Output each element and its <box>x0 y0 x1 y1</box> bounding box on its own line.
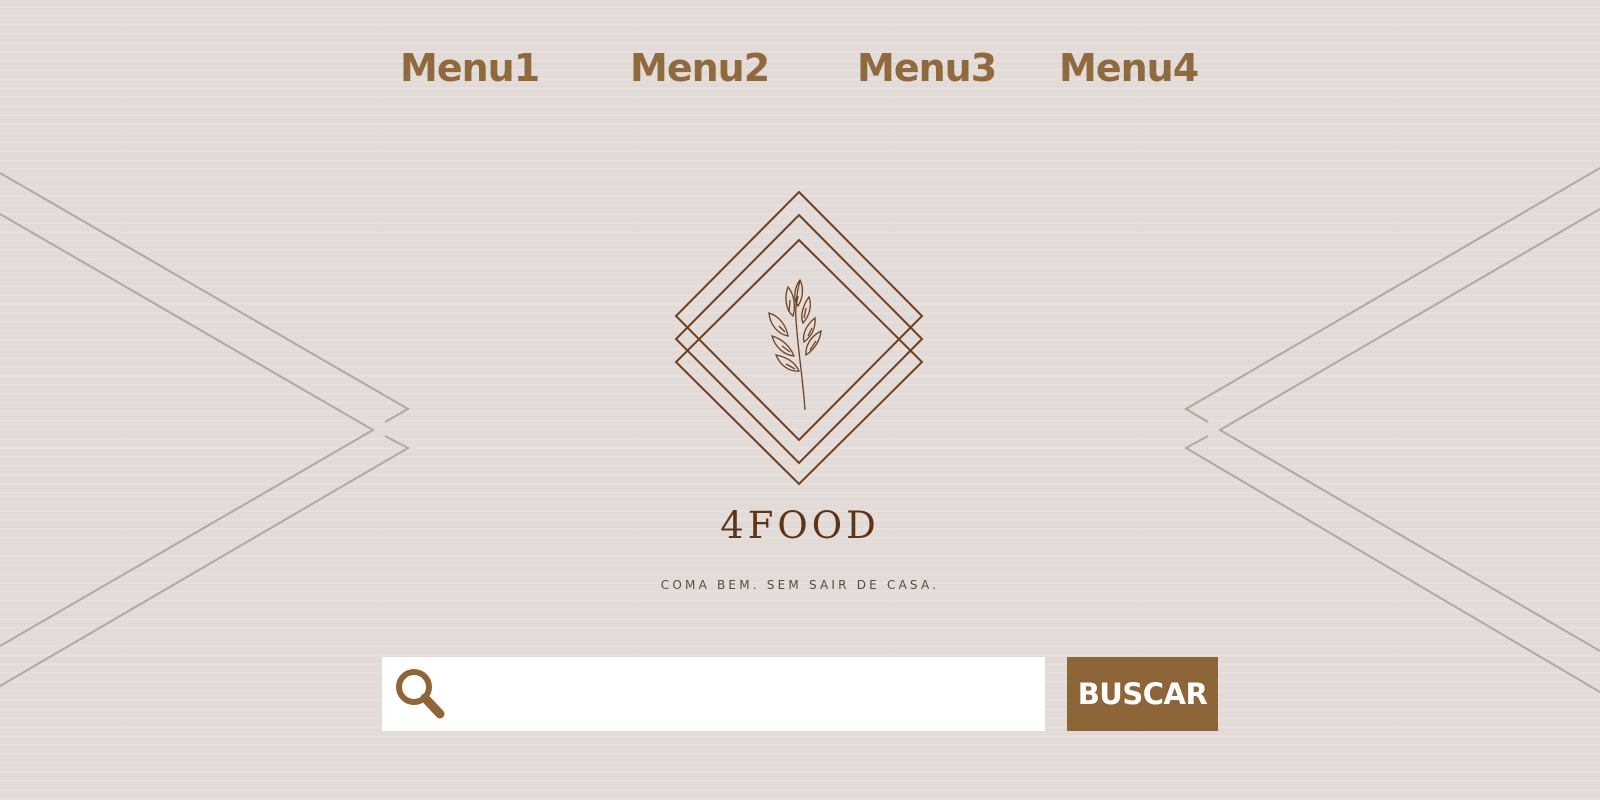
diamond-inner <box>674 238 924 486</box>
tagline: COMA BEM. SEM SAIR DE CASA. <box>660 578 940 592</box>
wheat-sprig-icon <box>768 278 822 411</box>
search-icon[interactable] <box>392 665 450 723</box>
brand-name: 4FOOD <box>720 504 880 547</box>
diamond-outer <box>674 190 924 442</box>
search-input[interactable] <box>454 657 1034 731</box>
search-button[interactable]: BUSCAR <box>1067 657 1218 731</box>
diamond-middle <box>674 213 924 465</box>
search-box[interactable] <box>382 657 1045 731</box>
